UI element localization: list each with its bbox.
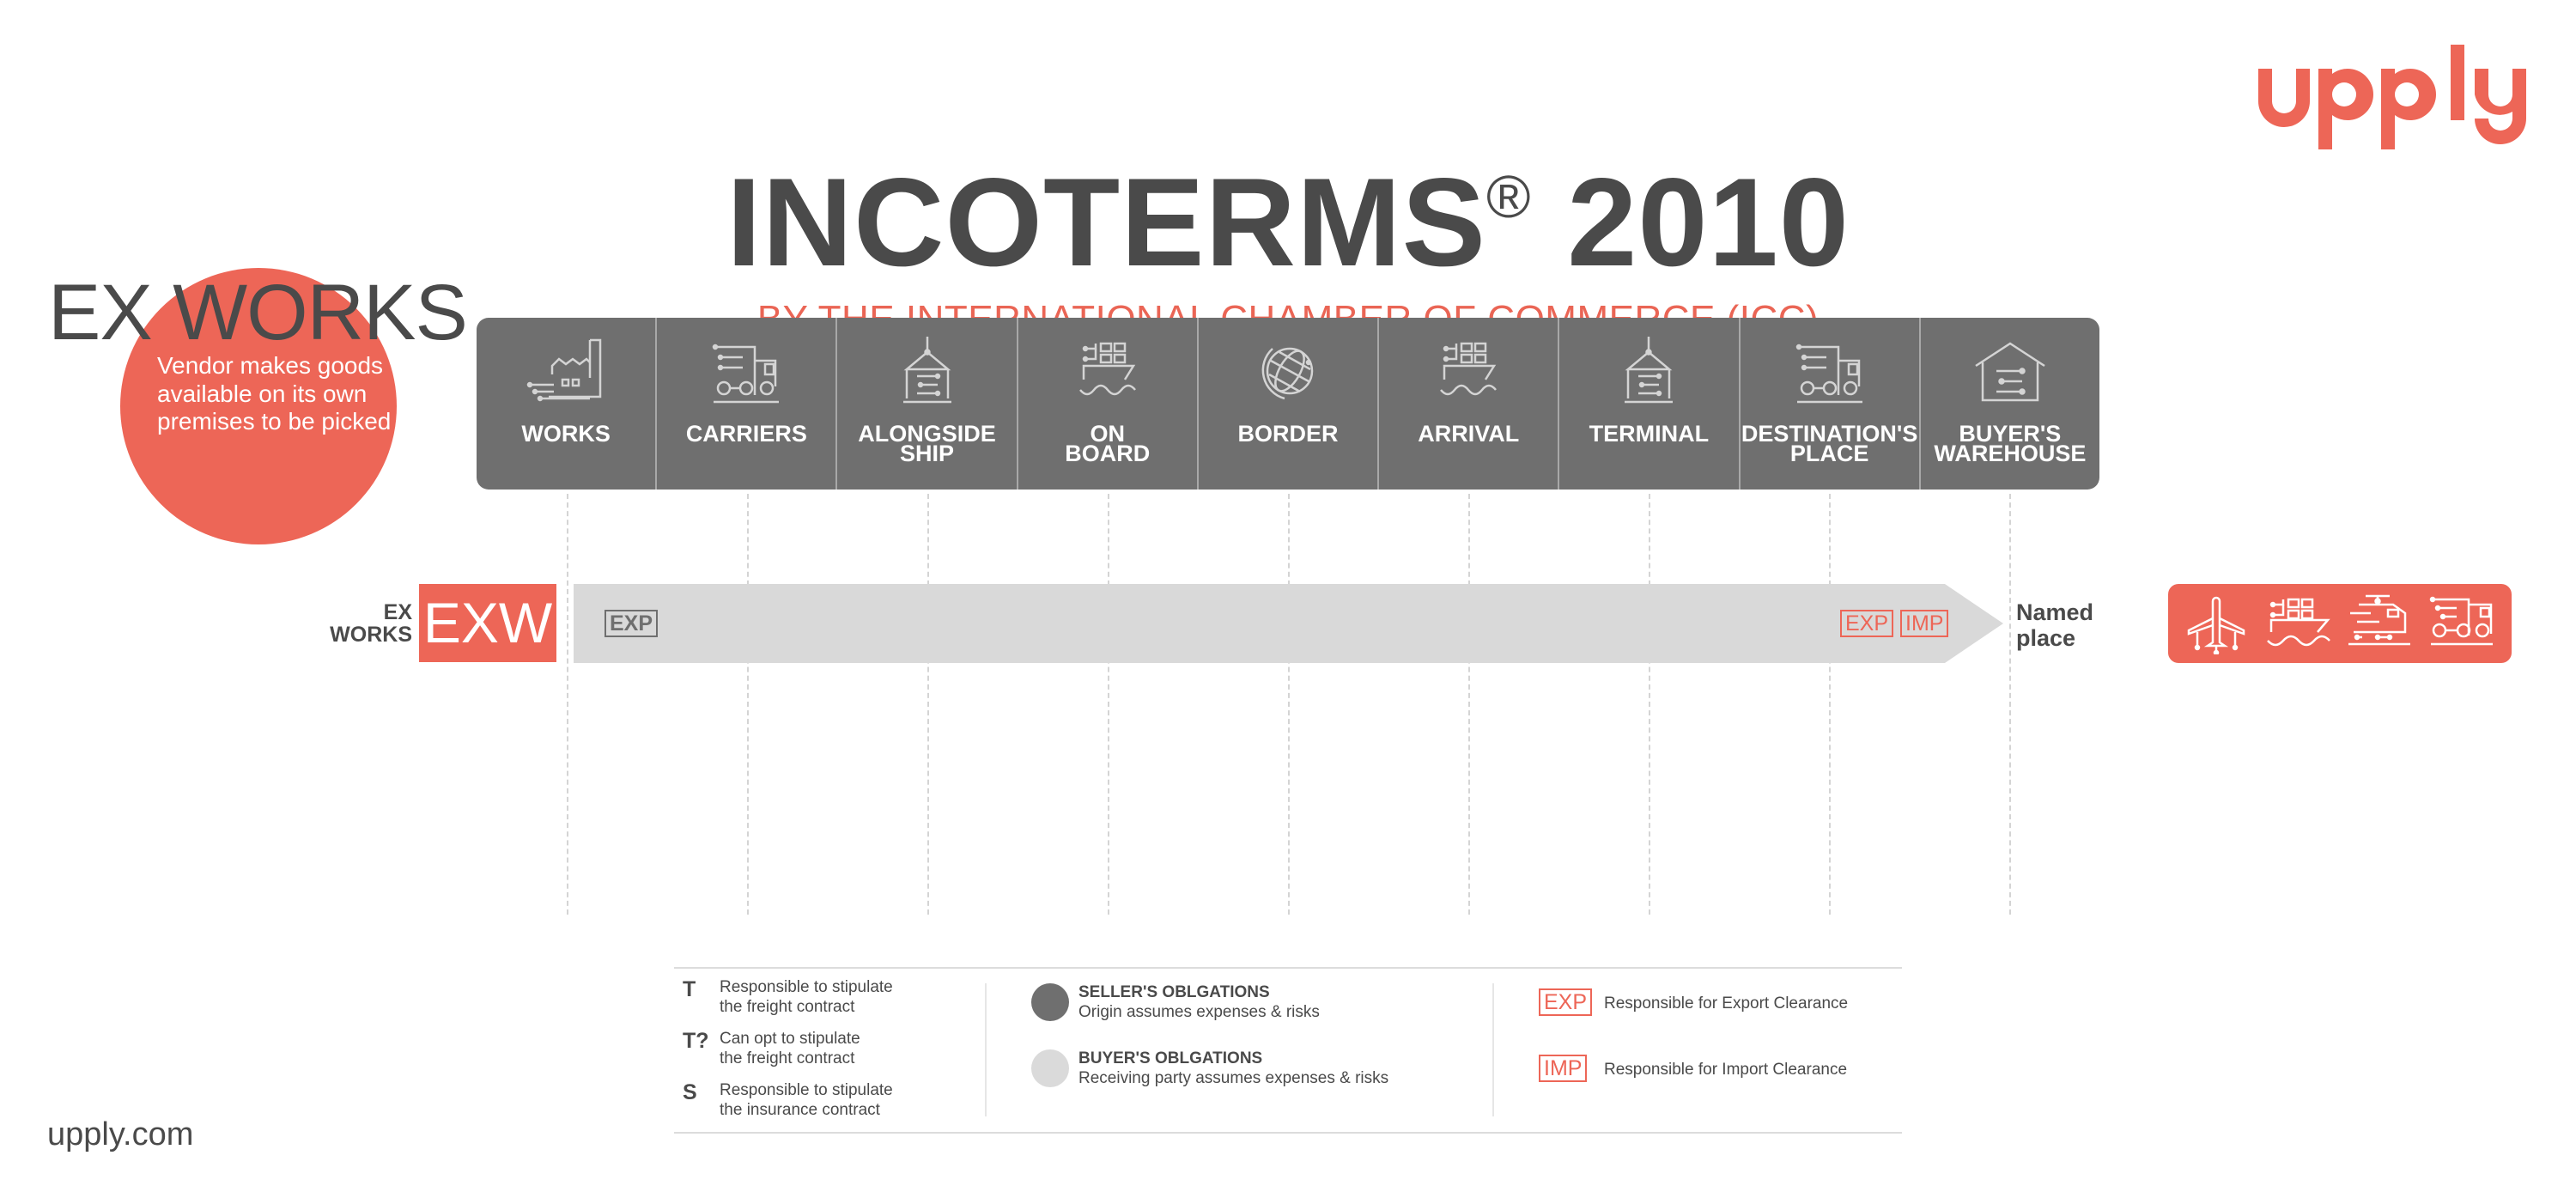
stage-guide-line (1108, 494, 1109, 915)
stage-carriers[interactable]: CARRIERS (657, 318, 838, 490)
stage-works[interactable]: WORKS (477, 318, 658, 490)
title-year: 2010 (1567, 152, 1850, 292)
stage-border[interactable]: BORDER (1199, 318, 1380, 490)
stage-guide-line (1468, 494, 1470, 915)
legend-desc-s: Responsible to stipulate the insurance c… (720, 1080, 893, 1120)
legend-separator (1492, 983, 1494, 1116)
cargo-ship-icon (2267, 598, 2330, 647)
stage-label: ARRIVAL (1418, 421, 1520, 447)
truck-icon (713, 344, 780, 404)
page-title: INCOTERMS® 2010 (0, 160, 2576, 285)
train-icon (2348, 594, 2410, 646)
warehouse-icon (1975, 342, 2045, 402)
legend-line: Origin assumes expenses & risks (1078, 1003, 1320, 1021)
legend-key-t: T (683, 977, 696, 1001)
legend-top-divider (674, 967, 1902, 969)
seller-obligation-legend: SELLER'S OBLGATIONS Origin assumes expen… (1078, 982, 1320, 1022)
seller-exp-tag: EXP (605, 610, 659, 637)
term-side-label: EX WORKS (326, 601, 412, 646)
legend-separator (985, 983, 987, 1116)
stage-alongside-ship[interactable]: ALONGSIDE SHIP (837, 318, 1018, 490)
legend-key-s: S (683, 1080, 697, 1104)
side-label-line1: EX (383, 600, 412, 624)
airplane-icon (2187, 596, 2245, 654)
legend-line: Responsible to stipulate (720, 1081, 893, 1099)
legend-exp-tag: EXP (1539, 988, 1593, 1016)
stage-buyers-warehouse[interactable]: BUYER'S WAREHOUSE (1921, 318, 2099, 490)
legend-line: Responsible to stipulate (720, 978, 893, 996)
seller-obligation-swatch (1031, 983, 1069, 1021)
buyer-obligation-bar (574, 584, 2003, 663)
stage-guide-line (1829, 494, 1831, 915)
container-crane-icon (1625, 337, 1674, 404)
stage-guide-line (747, 494, 749, 915)
globe-icon (1261, 347, 1314, 400)
legend-line: the freight contract (720, 998, 855, 1016)
buyer-obligation-legend: BUYER'S OBLGATIONS Receiving party assum… (1078, 1049, 1388, 1088)
buyer-obligation-swatch (1031, 1049, 1069, 1087)
stage-label: BORDER (1237, 421, 1339, 447)
obligation-arrow (574, 584, 2003, 663)
stage-guide-line (1649, 494, 1650, 915)
legend-heading: SELLER'S OBLGATIONS (1078, 983, 1270, 1001)
hero-description: Vendor makes goods available on its own … (157, 352, 392, 435)
stage-on-board[interactable]: ON BOARD (1018, 318, 1199, 490)
legend-bottom-divider (674, 1132, 1902, 1134)
cargo-ship-icon (1078, 342, 1136, 396)
named-line2: place (2016, 625, 2076, 651)
container-crane-icon (902, 337, 951, 404)
legend-line: the insurance contract (720, 1101, 880, 1119)
stage-guide-line (2009, 494, 2011, 915)
stage-terminal[interactable]: TERMINAL (1559, 318, 1741, 490)
stage-label: ON BOARD (1065, 421, 1151, 466)
truck-icon (2429, 596, 2493, 646)
hero-title: EX WORKS (48, 269, 468, 356)
legend-line: Can opt to stipulate (720, 1030, 860, 1048)
legend-desc-t-optional: Can opt to stipulate the freight contrac… (720, 1029, 860, 1068)
legend-imp-tag: IMP (1539, 1055, 1588, 1082)
title-text: INCOTERMS (726, 152, 1487, 292)
stage-label: BUYER'S WAREHOUSE (1934, 421, 2087, 466)
term-code-badge[interactable]: EXW (419, 584, 556, 662)
stage-guide-line (1288, 494, 1290, 915)
named-line1: Named (2016, 599, 2094, 625)
legend-imp-text: Responsible for Import Clearance (1604, 1061, 1848, 1079)
transport-modes (2168, 584, 2512, 663)
stage-destination-place[interactable]: DESTINATION'S PLACE (1741, 318, 1921, 490)
legend-heading: BUYER'S OBLGATIONS (1078, 1049, 1263, 1067)
stage-guide-line (567, 494, 568, 915)
stage-label: ALONGSIDE SHIP (858, 421, 996, 466)
stage-guide-line (927, 494, 929, 915)
stage-label: DESTINATION'S PLACE (1741, 421, 1918, 466)
factory-icon (526, 338, 602, 402)
side-label-line2: WORKS (330, 623, 412, 647)
registered-mark: ® (1486, 163, 1532, 230)
legend-exp-text: Responsible for Export Clearance (1604, 994, 1849, 1013)
cargo-ship-icon (1440, 342, 1498, 396)
stage-arrival[interactable]: ARRIVAL (1379, 318, 1560, 490)
legend-line: the freight contract (720, 1049, 855, 1067)
stage-label: TERMINAL (1589, 421, 1710, 447)
stage-label: CARRIERS (685, 421, 807, 447)
buyer-imp-tag: IMP (1900, 610, 1949, 637)
legend-key-t-optional: T? (683, 1029, 709, 1053)
upply-logo[interactable] (2258, 43, 2526, 150)
named-place-label: Named place (2016, 599, 2093, 651)
legend-line: Receiving party assumes expenses & risks (1078, 1069, 1389, 1087)
stage-label: WORKS (521, 421, 611, 447)
legend-desc-t: Responsible to stipulate the freight con… (720, 977, 893, 1017)
truck-icon (1795, 344, 1862, 404)
stages-band: WORKS CARRIERS ALONGSIDE SHIP ON BOARD B… (477, 318, 2099, 490)
buyer-exp-tag: EXP (1840, 610, 1894, 637)
site-url[interactable]: upply.com (47, 1116, 193, 1153)
